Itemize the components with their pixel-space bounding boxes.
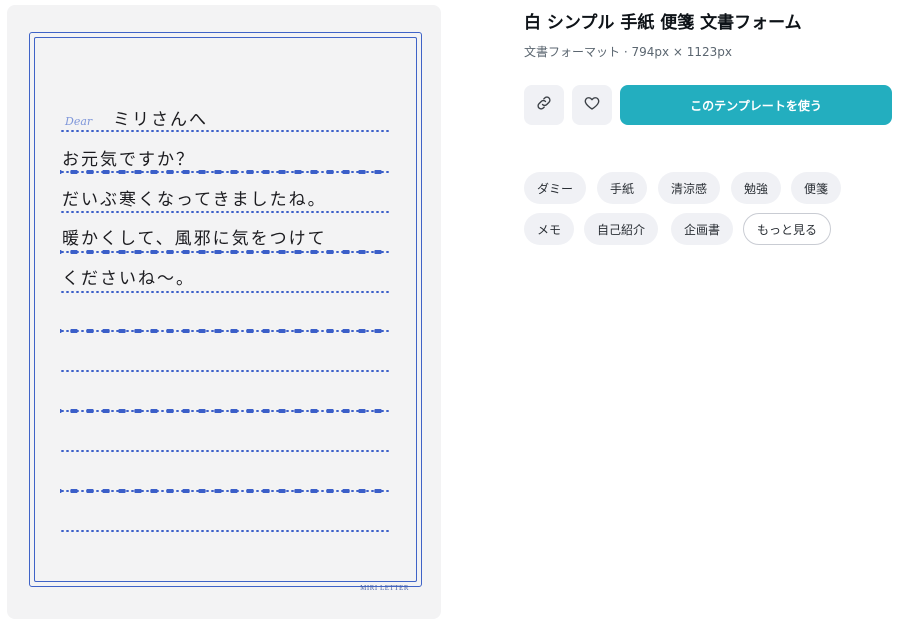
tag-chip[interactable]: 企画書 [671,213,734,245]
letter-line [60,250,390,254]
letter-recipient: ミリさんへ [113,110,208,130]
copy-link-button[interactable] [524,85,564,125]
tag-chip[interactable]: 便箋 [791,172,842,204]
use-template-button[interactable]: このテンプレートを使う [620,85,892,125]
tag-chip[interactable]: 勉強 [731,172,782,204]
link-icon [535,94,553,116]
letter-line [60,291,390,293]
letter-line [60,170,390,174]
template-title: 白 シンプル 手紙 便箋 文書フォーム [524,13,802,33]
template-preview[interactable]: Dear ミリさんへ お元気ですか？ だいぶ寒くなってきましたね。 暖かくして、… [7,5,441,619]
letter-line [60,370,390,372]
template-meta: 文書フォーマット · 794px × 1123px [524,45,733,59]
letter-line [60,450,390,452]
letter-line [60,130,390,132]
tag-chip[interactable]: 手紙 [597,172,648,204]
letter-brand: MIRI LETTER [360,584,409,592]
letter-line [60,329,390,333]
heart-icon [583,94,601,116]
letter-line [60,489,390,493]
show-more-tags-button[interactable]: もっと見る [743,213,832,245]
tag-chip[interactable]: 自己紹介 [584,213,659,245]
letter-text-line: だいぶ寒くなってきましたね。 [62,190,327,210]
letter-text-line: 暖かくして、風邪に気をつけて [62,229,327,249]
letter-text-line: くださいね〜。 [62,269,195,289]
letter-line [60,211,390,213]
letter-dear: Dear [65,115,93,128]
tag-chip[interactable]: ダミー [524,172,587,204]
favorite-button[interactable] [572,85,612,125]
tag-chip[interactable]: 清涼感 [658,172,721,204]
letter-line [60,409,390,413]
letter-line [60,530,390,532]
letter-text-line: お元気ですか？ [62,150,195,170]
tag-chip[interactable]: メモ [524,213,575,245]
